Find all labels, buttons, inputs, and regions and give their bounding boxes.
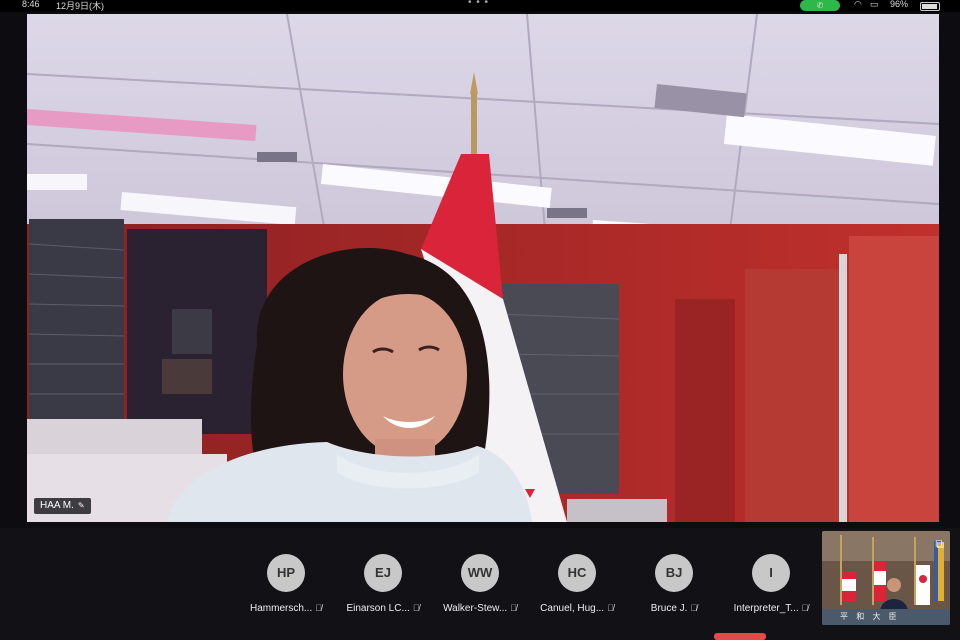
participant-avatar: HP — [267, 554, 305, 592]
participant-name: Canuel, Hug... — [540, 603, 605, 614]
participant-avatar: EJ — [364, 554, 402, 592]
speaker-name: HAA M. — [40, 500, 74, 511]
status-date: 12月9日(木) — [56, 1, 105, 11]
participant-tile[interactable]: EJ Einarson LC... 🎙̸ — [335, 554, 431, 614]
status-bar: 8:46 12月9日(木) • • • ✆ ◠ ▭ 96% — [0, 0, 960, 12]
participant-name: Walker-Stew... — [443, 603, 508, 614]
self-view-video[interactable]: 平 和 大 臣 ⧉ — [822, 531, 950, 625]
wifi-icon: ◠ — [854, 0, 862, 9]
mic-muted-icon: 🎙̸ — [510, 603, 517, 613]
pin-icon[interactable]: ✎ — [78, 501, 85, 510]
screen-mirror-icon: ▭ — [870, 0, 879, 9]
participant-tile[interactable]: BJ Bruce J. 🎙̸ — [626, 554, 722, 614]
camera-switch-icon[interactable]: ⧉ — [935, 537, 944, 552]
participant-avatar: BJ — [655, 554, 693, 592]
participant-tile[interactable]: HP Hammersch... 🎙̸ — [238, 554, 334, 614]
speaker-name-tag: HAA M. ✎ — [34, 498, 91, 514]
battery-percent: 96% — [890, 0, 909, 9]
end-call-handle[interactable] — [714, 633, 766, 640]
participant-avatar: WW — [461, 554, 499, 592]
mic-muted-icon: 🎙̸ — [801, 603, 809, 613]
participant-name: Interpreter_T... — [733, 603, 799, 614]
participant-name: Hammersch... — [250, 603, 313, 614]
participant-tile[interactable]: I Interpreter_T... 🎙̸ — [723, 554, 819, 614]
mic-muted-icon: 🎙̸ — [315, 603, 322, 613]
participant-name: Einarson LC... — [346, 603, 410, 614]
speaker-video-frame — [27, 14, 939, 522]
seal-text: 平 和 大 臣 — [840, 612, 900, 621]
mic-muted-icon: 🎙̸ — [690, 603, 698, 613]
multitask-dots-icon[interactable]: • • • — [468, 0, 489, 8]
participant-avatar: HC — [558, 554, 596, 592]
active-call-icon[interactable]: ✆ — [800, 0, 840, 11]
mic-muted-icon: 🎙̸ — [412, 603, 420, 613]
participant-tile[interactable]: WW Walker-Stew... 🎙̸ — [432, 554, 528, 614]
main-speaker-video[interactable] — [27, 14, 939, 522]
participant-name: Bruce J. — [650, 603, 688, 614]
mic-muted-icon: 🎙̸ — [607, 603, 614, 613]
participant-avatar: I — [752, 554, 790, 592]
participant-tile[interactable]: HC Canuel, Hug... 🎙̸ — [529, 554, 625, 614]
battery-icon — [920, 2, 940, 11]
status-time: 8:46 — [22, 0, 40, 9]
